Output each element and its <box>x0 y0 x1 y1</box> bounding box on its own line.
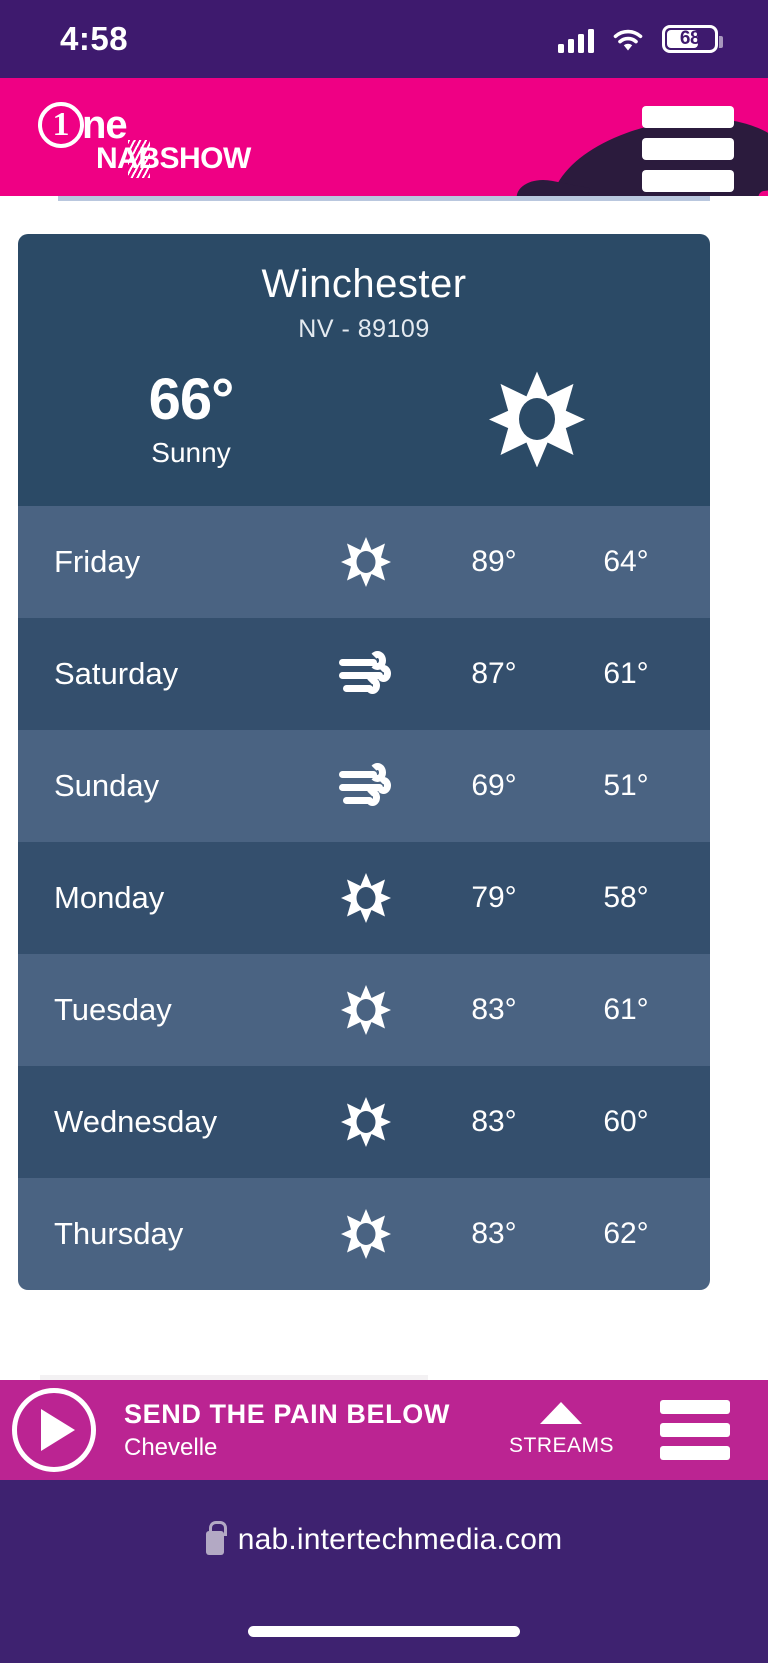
hamburger-menu-icon[interactable] <box>642 106 734 192</box>
forecast-low: 58° <box>603 881 649 914</box>
table-row: Wednesday 83° 60° <box>18 1066 710 1178</box>
forecast-list: Friday 89° 64° Saturday 87° 61° Sunday 69° 51° Mo… <box>18 506 710 1290</box>
wind-icon <box>304 763 428 809</box>
weather-current-panel: Winchester NV - 89109 66° Sunny <box>18 234 710 506</box>
table-row: Saturday 87° 61° <box>18 618 710 730</box>
sun-icon <box>489 371 585 468</box>
forecast-high: 83° <box>471 993 517 1026</box>
logo-numeral: 1 <box>52 106 70 143</box>
forecast-low: 64° <box>603 545 649 578</box>
player-hamburger-menu-icon[interactable] <box>660 1400 730 1460</box>
forecast-low: 62° <box>603 1217 649 1250</box>
forecast-low: 60° <box>603 1105 649 1138</box>
logo-slash-mark <box>128 140 150 178</box>
table-row: Friday 89° 64° <box>18 506 710 618</box>
forecast-day: Sunday <box>54 768 160 803</box>
sun-icon <box>304 1097 428 1147</box>
lock-icon <box>205 1520 227 1555</box>
logo-subtitle: NABSHOW <box>96 140 253 178</box>
table-row: Monday 79° 58° <box>18 842 710 954</box>
table-row: Thursday 83° 62° <box>18 1178 710 1290</box>
signal-bars-icon <box>558 29 594 53</box>
sun-icon <box>304 1209 428 1259</box>
play-icon[interactable] <box>12 1388 96 1472</box>
sun-icon <box>304 537 428 587</box>
forecast-high: 83° <box>471 1217 517 1250</box>
home-indicator[interactable] <box>248 1626 520 1637</box>
status-indicators: 68 <box>558 25 723 53</box>
caret-up-icon <box>540 1402 583 1424</box>
forecast-high: 69° <box>471 769 517 802</box>
forecast-low: 51° <box>603 769 649 802</box>
sun-icon <box>304 873 428 923</box>
site-logo[interactable]: 1 ne NABSHOW <box>38 102 253 182</box>
forecast-high: 83° <box>471 1105 517 1138</box>
sun-icon <box>304 985 428 1035</box>
streams-label: STREAMS <box>508 1434 614 1457</box>
weather-city: Winchester <box>261 262 467 306</box>
forecast-low: 61° <box>603 993 649 1026</box>
wind-icon <box>304 651 428 697</box>
battery-percent: 68 <box>679 28 701 49</box>
forecast-day: Monday <box>54 880 165 915</box>
forecast-day: Friday <box>54 544 141 579</box>
browser-url-bar: nab.intertechmedia.com <box>0 1480 768 1663</box>
track-title: SEND THE PAIN BELOW <box>124 1398 450 1429</box>
table-row: Sunday 69° 51° <box>18 730 710 842</box>
weather-region: NV - 89109 <box>298 315 430 343</box>
audio-player-bar: SEND THE PAIN BELOW Chevelle STREAMS <box>0 1375 768 1480</box>
forecast-high: 79° <box>471 881 517 914</box>
battery-icon: 68 <box>662 25 723 53</box>
header-divider-strip <box>58 196 710 201</box>
url-display[interactable]: nab.intertechmedia.com <box>0 1480 768 1600</box>
phone-screen: 4:58 68 1 ne NABSHOW Winchester NV - 891… <box>0 0 768 1663</box>
current-temperature: 66° <box>148 367 235 432</box>
logo-subtitle-text: NABSHOW <box>96 142 251 175</box>
current-condition: Sunny <box>151 436 231 468</box>
table-row: Tuesday 83° 61° <box>18 954 710 1066</box>
now-playing-info: SEND THE PAIN BELOW Chevelle <box>124 1399 509 1462</box>
forecast-high: 87° <box>471 657 517 690</box>
streams-button[interactable]: STREAMS <box>509 1402 614 1458</box>
forecast-day: Tuesday <box>54 992 172 1027</box>
logo-circle-one: 1 <box>38 102 84 148</box>
forecast-low: 61° <box>603 657 649 690</box>
forecast-high: 89° <box>471 545 517 578</box>
forecast-day: Thursday <box>54 1216 184 1251</box>
forecast-day: Wednesday <box>54 1104 218 1139</box>
wifi-icon <box>612 29 644 53</box>
status-bar: 4:58 68 <box>0 0 768 78</box>
logo-word: ne <box>82 103 128 147</box>
playback-progress-bar[interactable] <box>40 1375 428 1380</box>
weather-card: Winchester NV - 89109 66° Sunny Friday 89… <box>18 234 710 1290</box>
url-text: nab.intertechmedia.com <box>237 1523 563 1556</box>
site-header: 1 ne NABSHOW <box>0 78 768 196</box>
track-artist: Chevelle <box>124 1433 218 1461</box>
status-time: 4:58 <box>60 20 129 57</box>
forecast-day: Saturday <box>54 656 179 691</box>
